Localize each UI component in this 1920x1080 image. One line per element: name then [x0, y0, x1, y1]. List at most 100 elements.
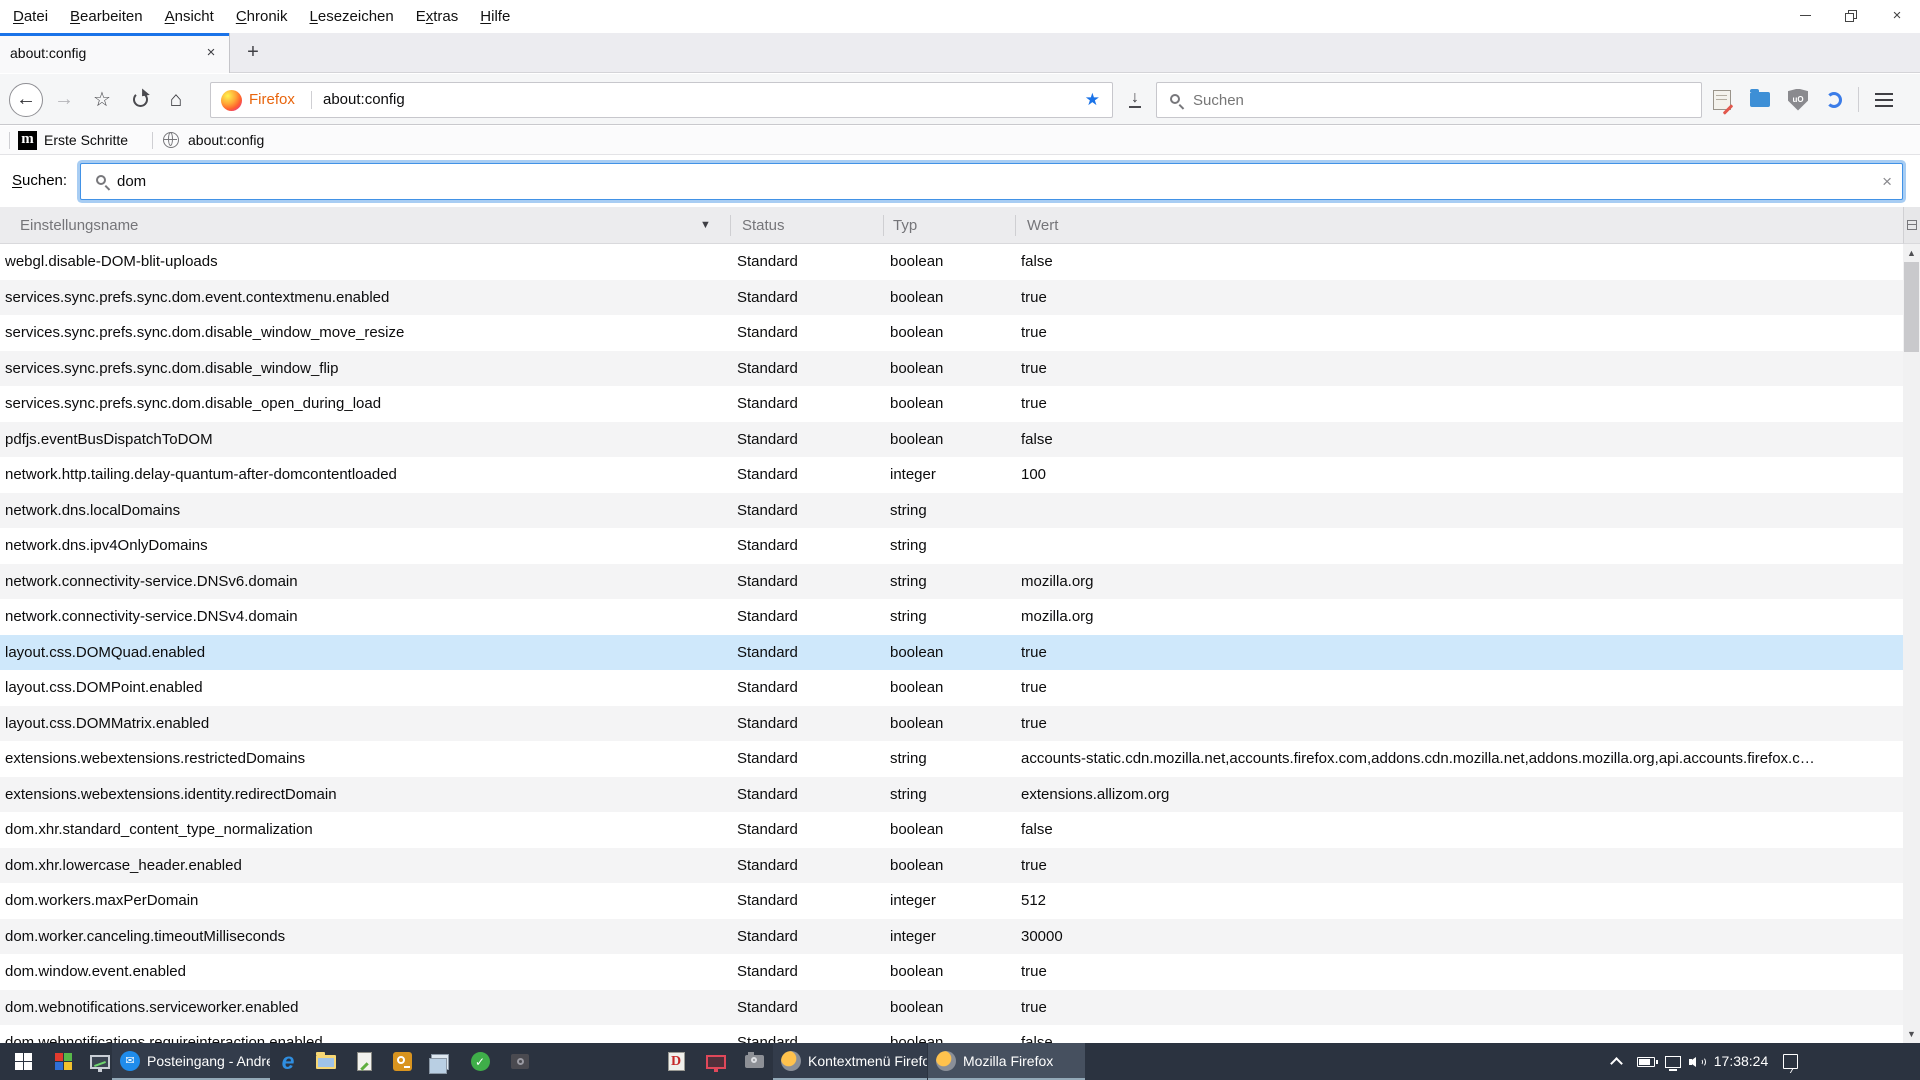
column-picker-button[interactable]	[1903, 207, 1920, 244]
filter-input[interactable]	[117, 165, 1857, 198]
taskbar-app-notes[interactable]	[422, 1043, 458, 1080]
taskbar-app-device[interactable]	[502, 1043, 538, 1080]
menu-item-chronik[interactable]: Chronik	[225, 0, 299, 33]
taskbar-window-label: Kontextmenü Firefox -…	[808, 1053, 927, 1069]
vertical-scrollbar[interactable]: ▲ ▼	[1903, 244, 1920, 1043]
start-button[interactable]	[0, 1043, 46, 1080]
taskbar-window-firefox[interactable]: Mozilla Firefox	[928, 1043, 1085, 1080]
tab-about-config[interactable]: about:config ×	[0, 33, 230, 73]
url-bar[interactable]: Firefox about:config ★	[210, 82, 1113, 118]
taskbar-app-datev[interactable]: D	[658, 1043, 694, 1080]
table-row[interactable]: network.dns.localDomains Standard string	[0, 493, 1903, 529]
menu-button[interactable]	[1866, 74, 1902, 125]
bookmarks-star-button[interactable]: ☆	[88, 74, 116, 125]
taskbar-app-editor[interactable]	[346, 1043, 382, 1080]
table-row[interactable]: dom.window.event.enabled Standard boolea…	[0, 954, 1903, 990]
pref-status: Standard	[737, 244, 798, 280]
table-row[interactable]: network.connectivity-service.DNSv4.domai…	[0, 599, 1903, 635]
table-row[interactable]: network.dns.ipv4OnlyDomains Standard str…	[0, 528, 1903, 564]
table-row[interactable]: extensions.webextensions.restrictedDomai…	[0, 741, 1903, 777]
table-row[interactable]: pdfjs.eventBusDispatchToDOM Standard boo…	[0, 422, 1903, 458]
table-row[interactable]: services.sync.prefs.sync.dom.event.conte…	[0, 280, 1903, 316]
table-row[interactable]: dom.webnotifications.serviceworker.enabl…	[0, 990, 1903, 1026]
menu-item-datei[interactable]: Datei	[2, 0, 59, 33]
table-row[interactable]: dom.xhr.standard_content_type_normalizat…	[0, 812, 1903, 848]
scrollbar-thumb[interactable]	[1904, 262, 1919, 352]
bookmark-star-icon[interactable]: ★	[1085, 83, 1100, 117]
menu-item-bearbeiten[interactable]: Bearbeiten	[59, 0, 154, 33]
table-row[interactable]: dom.worker.canceling.timeoutMilliseconds…	[0, 919, 1903, 955]
table-row[interactable]: extensions.webextensions.identity.redire…	[0, 777, 1903, 813]
taskbar-app-explorer[interactable]	[308, 1043, 344, 1080]
table-row[interactable]: network.http.tailing.delay-quantum-after…	[0, 457, 1903, 493]
notes-icon	[431, 1054, 449, 1070]
taskbar-app-keepass[interactable]	[384, 1043, 420, 1080]
notes-extension-button[interactable]	[1706, 74, 1738, 125]
scroll-up-button[interactable]: ▲	[1903, 244, 1920, 262]
forward-button[interactable]: →	[50, 74, 78, 125]
taskbar-window-kontextmenu[interactable]: Kontextmenü Firefox -…	[773, 1043, 927, 1080]
restore-button[interactable]	[1828, 0, 1874, 31]
tab-bar: about:config × +	[0, 33, 1920, 73]
menu-item-lesezeichen[interactable]: Lesezeichen	[299, 0, 405, 33]
table-row[interactable]: dom.webnotifications.requireinteraction.…	[0, 1025, 1903, 1043]
table-row[interactable]: dom.workers.maxPerDomain Standard intege…	[0, 883, 1903, 919]
taskbar-app-edge[interactable]: e	[270, 1043, 306, 1080]
table-row[interactable]: services.sync.prefs.sync.dom.disable_ope…	[0, 386, 1903, 422]
bookmarks-toolbar: m Erste Schritte about:config	[0, 126, 1920, 155]
sort-descending-icon[interactable]: ▼	[700, 207, 711, 244]
header-einstellungsname[interactable]: Einstellungsname	[20, 207, 138, 244]
header-separator	[1015, 215, 1016, 236]
table-row[interactable]: dom.xhr.lowercase_header.enabled Standar…	[0, 848, 1903, 884]
table-row[interactable]: services.sync.prefs.sync.dom.disable_win…	[0, 315, 1903, 351]
ublock-origin-button[interactable]: uO	[1782, 74, 1814, 125]
search-bar[interactable]	[1156, 82, 1702, 118]
tray-network-button[interactable]	[1660, 1043, 1686, 1080]
taskbar-app-antivirus[interactable]: ✓	[462, 1043, 498, 1080]
pref-value: true	[1021, 670, 1897, 706]
back-button[interactable]: ←	[6, 74, 46, 125]
table-row[interactable]: services.sync.prefs.sync.dom.disable_win…	[0, 351, 1903, 387]
tab-close-button[interactable]: ×	[201, 43, 221, 63]
taskbar-app-remote[interactable]	[698, 1043, 734, 1080]
home-button[interactable]: ⌂	[162, 74, 190, 125]
image-viewer-icon	[781, 1051, 801, 1071]
header-wert[interactable]: Wert	[1027, 207, 1058, 244]
taskbar-window-thunderbird[interactable]: ✉ Posteingang - Andrea…	[112, 1043, 270, 1080]
search-icon	[95, 174, 111, 190]
bookmark-erste-schritte[interactable]: Erste Schritte	[44, 126, 128, 155]
header-status[interactable]: Status	[742, 207, 785, 244]
clear-filter-icon[interactable]: ×	[1882, 164, 1892, 201]
header-typ[interactable]: Typ	[893, 207, 917, 244]
taskbar-app-camera[interactable]	[736, 1043, 772, 1080]
tray-battery-button[interactable]	[1632, 1043, 1660, 1080]
action-center-button[interactable]	[1775, 1043, 1805, 1080]
tray-expand-button[interactable]	[1604, 1043, 1628, 1080]
taskbar-app-cubes[interactable]	[46, 1043, 82, 1080]
folder-icon	[1750, 92, 1770, 107]
filter-field[interactable]: ×	[80, 163, 1903, 200]
menu-item-hilfe[interactable]: Hilfe	[469, 0, 521, 33]
pref-type: boolean	[890, 315, 943, 351]
pref-status: Standard	[737, 493, 798, 529]
tray-volume-button[interactable]	[1686, 1043, 1712, 1080]
pref-value: 512	[1021, 883, 1897, 919]
scroll-down-button[interactable]: ▼	[1903, 1025, 1920, 1043]
table-row[interactable]: layout.css.DOMMatrix.enabled Standard bo…	[0, 706, 1903, 742]
reload-button[interactable]	[126, 74, 154, 125]
folder-extension-button[interactable]	[1744, 74, 1776, 125]
tray-clock[interactable]: 17:38:24	[1713, 1043, 1769, 1080]
menu-item-extras[interactable]: Extras	[405, 0, 470, 33]
menu-item-ansicht[interactable]: Ansicht	[154, 0, 225, 33]
sync-extension-button[interactable]	[1818, 74, 1850, 125]
search-input[interactable]	[1193, 84, 1683, 116]
downloads-button[interactable]: ↓	[1120, 74, 1150, 125]
table-row[interactable]: webgl.disable-DOM-blit-uploads Standard …	[0, 244, 1903, 280]
table-row[interactable]: layout.css.DOMQuad.enabled Standard bool…	[0, 635, 1903, 671]
table-row[interactable]: network.connectivity-service.DNSv6.domai…	[0, 564, 1903, 600]
bookmark-about-config[interactable]: about:config	[188, 126, 264, 155]
new-tab-button[interactable]: +	[238, 39, 268, 67]
close-window-button[interactable]: ×	[1874, 0, 1920, 31]
minimize-button[interactable]	[1782, 0, 1828, 31]
table-row[interactable]: layout.css.DOMPoint.enabled Standard boo…	[0, 670, 1903, 706]
